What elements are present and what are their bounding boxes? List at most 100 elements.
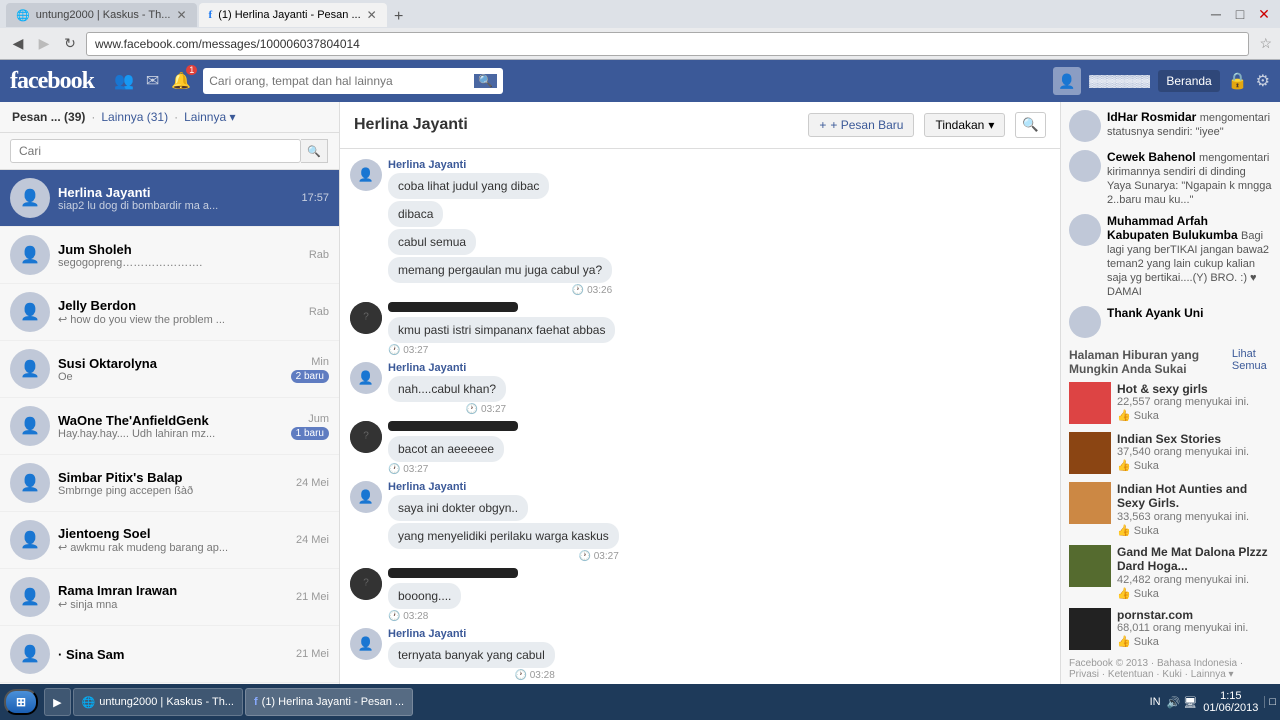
message-text: yang menyelidiki perilaku warga kaskus: [388, 523, 619, 549]
beranda-link[interactable]: Beranda: [1158, 70, 1219, 92]
tab2-close[interactable]: ✕: [367, 8, 377, 22]
message-row: 👤 Herlina Jayanti coba lihat judul yang …: [350, 159, 1050, 296]
clock-time: 1:15: [1203, 690, 1258, 702]
bookmark-icon[interactable]: ☆: [1259, 35, 1272, 52]
chat-header: Herlina Jayanti + + Pesan Baru Tindakan …: [340, 102, 1060, 149]
page-thumbnail: [1069, 608, 1111, 650]
sender-avatar: 👤: [350, 628, 382, 660]
tab1-close[interactable]: ✕: [176, 8, 186, 22]
taskbar-item-media[interactable]: ▶: [44, 688, 70, 716]
like-button[interactable]: 👍 Suka: [1117, 587, 1272, 600]
username-header[interactable]: ▓▓▓▓▓▓▓: [1089, 74, 1150, 88]
start-button[interactable]: ⊞: [4, 689, 38, 715]
footer-ketentuan[interactable]: Ketentuan: [1108, 669, 1154, 680]
messages-icon[interactable]: ✉: [142, 69, 163, 93]
maximize-button[interactable]: □: [1230, 4, 1250, 24]
minimize-button[interactable]: ─: [1206, 4, 1226, 24]
browser-titlebar: 🌐 untung2000 | Kaskus - Th... ✕ f (1) He…: [0, 0, 1280, 60]
page-name[interactable]: Indian Sex Stories: [1117, 432, 1272, 446]
taskbar-item-tab2[interactable]: f (1) Herlina Jayanti - Pesan ...: [245, 688, 413, 716]
browser-tab-2[interactable]: f (1) Herlina Jayanti - Pesan ... ✕: [199, 3, 387, 27]
sender-avatar: 👤: [350, 481, 382, 513]
message-time: 21 Mei: [296, 591, 329, 603]
list-item[interactable]: 👤 Jientoeng Soel ↩ awkmu rak mudeng bara…: [0, 512, 339, 569]
tab-lainnya[interactable]: Lainnya (31): [101, 110, 168, 124]
chat-bubble: kmu pasti istri simpananx faehat abbas 🕐…: [388, 302, 615, 356]
forward-button[interactable]: ▶: [34, 34, 54, 54]
activity-feed: IdHar Rosmidar mengomentari statusnya se…: [1069, 110, 1272, 338]
message-search[interactable]: 🔍: [0, 133, 339, 170]
list-item[interactable]: 👤 Simbar Pitix's Balap Smbrnge ping acce…: [0, 455, 339, 512]
search-input[interactable]: [209, 74, 470, 88]
taskbar-item-tab1[interactable]: 🌐 untung2000 | Kaskus - Th...: [73, 688, 243, 716]
page-info: Indian Sex Stories 37,540 orang menyukai…: [1117, 432, 1272, 472]
message-time: 🕐 03:27: [388, 345, 615, 356]
message-info: Rama Imran Irawan ↩ sinja mna: [58, 583, 288, 611]
list-item[interactable]: 👤 Herlina Jayanti siap2 lu dog di bombar…: [0, 170, 339, 227]
chat-bubble: Herlina Jayanti coba lihat judul yang di…: [388, 159, 612, 296]
tab-inbox[interactable]: Pesan ... (39): [12, 110, 85, 124]
message-info: Jelly Berdon ↩ how do you view the probl…: [58, 298, 301, 326]
redacted-name-bar: [388, 568, 518, 578]
like-button[interactable]: 👍 Suka: [1117, 459, 1272, 472]
header-right: 👤 ▓▓▓▓▓▓▓ Beranda 🔒 ⚙: [1053, 67, 1270, 95]
activity-user[interactable]: Cewek Bahenol: [1107, 150, 1196, 164]
refresh-button[interactable]: ↻: [60, 34, 80, 54]
activity-item: Cewek Bahenol mengomentari kirimannya se…: [1069, 150, 1272, 206]
see-all-link[interactable]: Lihat Semua: [1232, 348, 1272, 376]
list-item[interactable]: 👤 Jelly Berdon ↩ how do you view the pro…: [0, 284, 339, 341]
notifications-icon[interactable]: 🔔1: [167, 69, 195, 93]
message-row: ? kmu pasti istri simpananx faehat abbas…: [350, 302, 1050, 356]
footer-bahasa[interactable]: Bahasa Indonesia: [1157, 658, 1237, 669]
main-layout: Pesan ... (39) · Lainnya (31) · Lainnya …: [0, 102, 1280, 720]
search-bar[interactable]: 🔍: [203, 68, 503, 94]
new-tab-button[interactable]: +: [389, 7, 409, 27]
page-name[interactable]: Gand Me Mat Dalona Plzzz Dard Hoga...: [1117, 545, 1272, 574]
avatar: 👤: [10, 292, 50, 332]
chat-area: Herlina Jayanti + + Pesan Baru Tindakan …: [340, 102, 1060, 720]
page-name[interactable]: Indian Hot Aunties and Sexy Girls.: [1117, 482, 1272, 511]
new-message-button[interactable]: + + Pesan Baru: [808, 113, 914, 137]
taskbar: ⊞ ▶ 🌐 untung2000 | Kaskus - Th... f (1) …: [0, 684, 1280, 720]
activity-user[interactable]: Muhammad Arfah Kabupaten Bulukumba: [1107, 214, 1238, 242]
like-button[interactable]: 👍 Suka: [1117, 635, 1272, 648]
list-item[interactable]: 👤 Jum Sholeh segogopreng…………………. Rab: [0, 227, 339, 284]
footer-privasi[interactable]: Privasi: [1069, 669, 1099, 680]
search-submit[interactable]: 🔍: [474, 74, 497, 88]
chat-search-button[interactable]: 🔍: [1015, 112, 1046, 138]
contact-name: WaOne The'AnfieldGenk: [58, 413, 279, 428]
taskbar-icon2: f: [254, 696, 258, 708]
friends-icon[interactable]: 👥: [110, 69, 138, 93]
like-button[interactable]: 👍 Suka: [1117, 524, 1272, 537]
message-time: Min: [311, 356, 329, 368]
footer-kuki[interactable]: Kuki: [1162, 669, 1181, 680]
message-search-button[interactable]: 🔍: [301, 139, 328, 163]
show-desktop-button[interactable]: □: [1264, 696, 1276, 708]
page-likes: 33,563 orang menyukai ini.: [1117, 511, 1272, 523]
footer-lainnya[interactable]: Lainnya ▾: [1191, 669, 1234, 680]
list-item[interactable]: 👤 · Sina Sam 21 Mei: [0, 626, 339, 683]
message-time: Jum: [308, 413, 329, 425]
page-name[interactable]: Hot & sexy girls: [1117, 382, 1272, 396]
message-text: memang pergaulan mu juga cabul ya?: [388, 257, 612, 283]
user-avatar-header[interactable]: 👤: [1053, 67, 1081, 95]
message-search-input[interactable]: [10, 139, 301, 163]
activity-user[interactable]: Thank Ayank Uni: [1107, 306, 1203, 320]
browser-tab-1[interactable]: 🌐 untung2000 | Kaskus - Th... ✕: [6, 3, 197, 27]
actions-button[interactable]: Tindakan ▾: [924, 113, 1005, 137]
message-row: 👤 Herlina Jayanti nah....cabul khan? 🕐 0…: [350, 362, 1050, 415]
close-button[interactable]: ✕: [1254, 4, 1274, 24]
address-bar[interactable]: www.facebook.com/messages/10000603780401…: [86, 32, 1249, 56]
list-item[interactable]: 👤 Susi Oktarolyna Oe Min 2 baru: [0, 341, 339, 398]
tab-lainnya2[interactable]: Lainnya ▾: [184, 110, 235, 124]
list-item[interactable]: 👤 Rama Imran Irawan ↩ sinja mna 21 Mei: [0, 569, 339, 626]
activity-user[interactable]: IdHar Rosmidar: [1107, 110, 1196, 124]
page-name[interactable]: pornstar.com: [1117, 608, 1272, 622]
lock-icon[interactable]: 🔒: [1228, 71, 1248, 91]
like-button[interactable]: 👍 Suka: [1117, 409, 1272, 422]
message-preview: ↩ how do you view the problem ...: [58, 313, 301, 326]
list-item[interactable]: 👤 WaOne The'AnfieldGenk Hay.hay.hay.... …: [0, 398, 339, 455]
header-icons: 👥 ✉ 🔔1: [110, 69, 195, 93]
settings-icon[interactable]: ⚙: [1256, 71, 1270, 91]
back-button[interactable]: ◀: [8, 34, 28, 54]
